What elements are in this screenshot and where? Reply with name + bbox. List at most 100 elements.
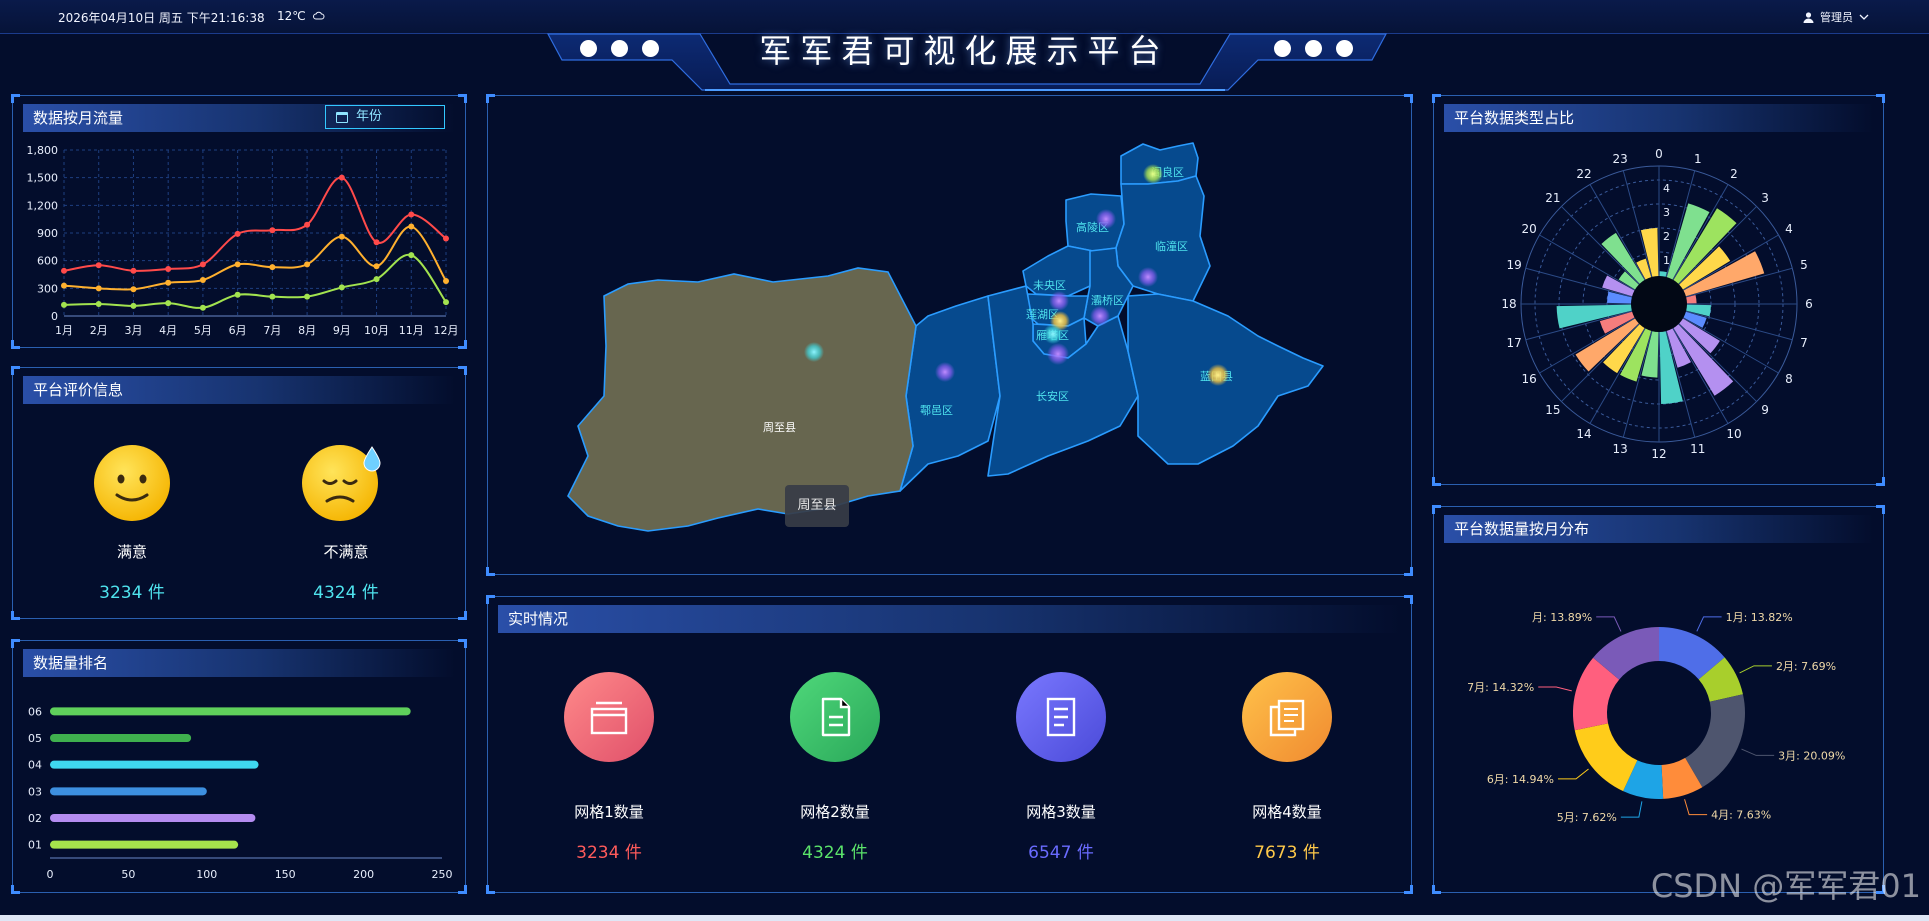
- panel-title: 实时情况: [498, 605, 1401, 633]
- slice-label: 4月: 7.63%: [1711, 809, 1771, 822]
- panel-title: 数据量排名: [23, 649, 455, 677]
- realtime-value: 7673 件: [1254, 843, 1320, 863]
- unsatisfied-block: 不满意 4324 件: [276, 443, 416, 603]
- x-tick-label: 9月: [333, 324, 351, 337]
- data-point: [61, 301, 67, 308]
- angle-tick-label: 4: [1785, 222, 1793, 236]
- data-point: [95, 301, 102, 308]
- angle-tick-label: 22: [1576, 167, 1591, 181]
- y-tick-label: 0: [51, 310, 58, 323]
- realtime-value: 4324 件: [802, 843, 868, 863]
- bar: [50, 760, 259, 769]
- data-point: [338, 233, 345, 240]
- data-point: [165, 279, 172, 286]
- smile-face-icon: [94, 445, 170, 521]
- x-tick-label: 8月: [298, 324, 316, 337]
- angle-tick-label: 9: [1761, 403, 1769, 417]
- label-leader-line: [1684, 799, 1708, 816]
- angle-tick-label: 16: [1521, 372, 1536, 386]
- data-point: [408, 223, 415, 230]
- label-leader-line: [1696, 616, 1722, 632]
- realtime-value: 6547 件: [1028, 843, 1094, 863]
- y-tick-label: 1,200: [27, 199, 59, 212]
- year-button-label: 年份: [356, 109, 383, 124]
- x-tick-label: 10月: [364, 324, 389, 337]
- data-point: [61, 282, 67, 289]
- data-point: [165, 265, 172, 272]
- y-tick-label: 06: [28, 705, 42, 718]
- data-point: [443, 299, 449, 306]
- bar: [50, 734, 192, 742]
- satisfied-block: 满意 3234 件: [62, 443, 202, 603]
- data-point: [408, 252, 415, 259]
- map-label-huyi: 鄠邑区: [920, 404, 953, 417]
- data-point: [443, 277, 449, 284]
- realtime-item-4: 网格4数量 7673 件: [1202, 672, 1372, 863]
- angle-tick-label: 7: [1800, 336, 1808, 350]
- polar-spoke: [1561, 206, 1640, 285]
- type-ratio-chart: 12340 12345678910111213141516171819202122…: [1501, 147, 1812, 461]
- x-tick-label: 150: [275, 868, 296, 881]
- slice-label: 7月: 14.32%: [1467, 681, 1534, 694]
- data-point: [373, 239, 380, 246]
- angle-tick-label: 10: [1726, 427, 1741, 441]
- data-point: [130, 286, 137, 293]
- watermark: CSDN @军军君01: [1650, 867, 1921, 905]
- y-tick-label: 03: [28, 785, 42, 798]
- map-label-lintong: 临潼区: [1155, 239, 1188, 253]
- data-point: [269, 293, 276, 300]
- data-point: [443, 235, 449, 242]
- monthly-flow-chart: 0 300 600 900 1,200 1,500 1,800 1月 2月 3月 4月 5月 6月 7月 8…: [27, 144, 459, 337]
- angle-tick-label: 19: [1506, 258, 1521, 272]
- angle-tick-label: 8: [1785, 372, 1793, 386]
- right-dots-decoration: [1274, 40, 1353, 57]
- radius-tick-label: 3: [1663, 206, 1670, 219]
- data-point: [338, 284, 345, 291]
- y-tick-label: 05: [28, 732, 42, 745]
- realtime-label: 网格2数量: [800, 803, 870, 821]
- sad-sweat-face-icon: [302, 445, 381, 521]
- angle-tick-label: 17: [1506, 336, 1521, 350]
- y-tick-label: 1,800: [27, 144, 59, 157]
- angle-tick-label: 21: [1545, 191, 1560, 205]
- label-leader-line: [1741, 748, 1775, 756]
- ranking-chart: 0 50 100 150 200 250 06 05 04 03 02 01: [28, 705, 453, 881]
- slice-label: 3月: 20.09%: [1778, 749, 1845, 762]
- label-leader-line: [1596, 616, 1622, 632]
- panel-title: 平台数据量按月分布: [1444, 515, 1873, 543]
- angle-tick-label: 20: [1521, 222, 1536, 236]
- data-point: [234, 291, 241, 298]
- slice-label: 5月: 7.62%: [1557, 811, 1617, 824]
- data-point: [95, 285, 102, 292]
- angle-tick-label: 18: [1501, 297, 1516, 311]
- map-region-zhouzhi: [567, 267, 917, 532]
- angle-tick-label: 13: [1613, 442, 1628, 456]
- left-dots-decoration: [580, 40, 659, 57]
- data-point: [234, 230, 241, 237]
- angle-tick-label: 11: [1690, 442, 1705, 456]
- data-point: [199, 304, 206, 311]
- angle-tick-label: 12: [1651, 447, 1666, 461]
- label-leader-line: [1739, 665, 1772, 674]
- label-leader-line: [1620, 801, 1643, 818]
- bottom-strip: [0, 915, 1929, 921]
- y-tick-label: 900: [37, 227, 58, 240]
- map-point: [1096, 209, 1116, 229]
- data-point: [199, 277, 206, 284]
- data-point: [95, 262, 102, 269]
- realtime-item-2: 网格2数量 4324 件: [750, 672, 920, 863]
- map-point: [1047, 343, 1069, 365]
- monthly-dist-chart: 1月: 13.82% 2月: 7.69% 3月: 20.09% 4月: 7.63% 5月…: [1467, 611, 1845, 824]
- x-tick-label: 250: [432, 868, 453, 881]
- label-leader-line: [1538, 686, 1572, 692]
- data-point: [61, 267, 67, 274]
- data-point: [130, 302, 137, 309]
- angle-tick-label: 14: [1576, 427, 1591, 441]
- data-point: [269, 227, 276, 234]
- x-tick-label: 200: [353, 868, 374, 881]
- radius-tick-label: 2: [1663, 230, 1670, 243]
- map-point: [1143, 164, 1163, 184]
- unsatisfied-value: 4324 件: [313, 583, 379, 603]
- year-select-button[interactable]: 年份: [325, 105, 445, 129]
- series-line: [63, 253, 447, 309]
